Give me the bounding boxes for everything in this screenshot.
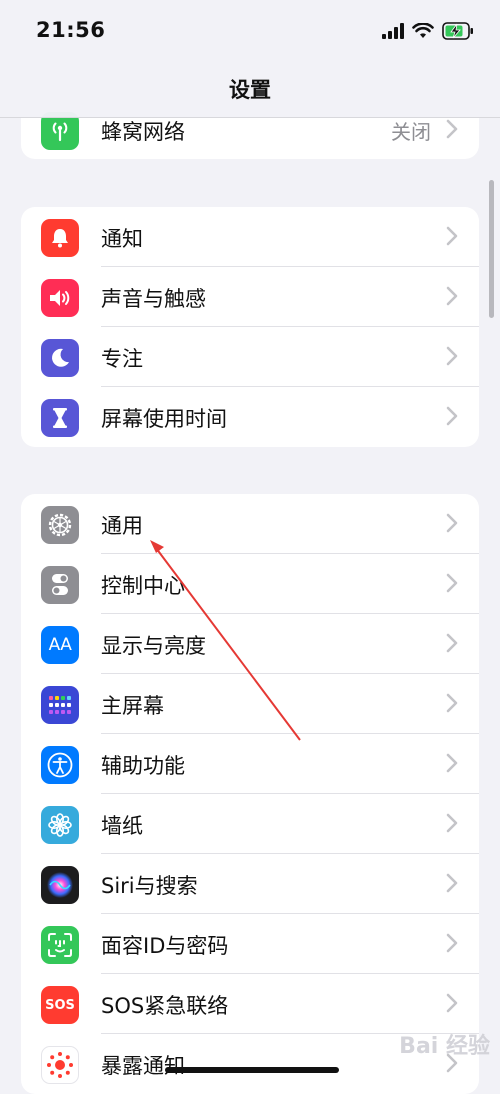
status-bar: 21:56 <box>0 0 500 60</box>
settings-row-label: 声音与触感 <box>101 287 206 311</box>
chevron-right-icon <box>446 346 458 366</box>
page-title: 设置 <box>229 78 271 102</box>
chevron-right-icon <box>446 813 458 833</box>
settings-row-label: 蜂窝网络 <box>101 120 185 144</box>
settings-row-accessibility[interactable]: 辅助功能 <box>21 734 479 794</box>
chevron-right-icon <box>446 119 458 139</box>
settings-row-label: 面容ID与密码 <box>101 934 229 958</box>
settings-row-label: Siri与搜索 <box>101 874 198 898</box>
settings-row-sounds[interactable]: 声音与触感 <box>21 267 479 327</box>
settings-row-label: 通用 <box>101 514 143 538</box>
settings-group-notifications: 通知 声音与触感 专注 屏幕使用时间 <box>21 207 479 447</box>
settings-row-emergency-sos[interactable]: SOS SOS紧急联络 <box>21 974 479 1034</box>
settings-row-label: 显示与亮度 <box>101 634 206 658</box>
hourglass-icon <box>41 399 79 437</box>
status-icons <box>382 20 474 42</box>
chevron-right-icon <box>446 753 458 773</box>
flower-icon <box>41 806 79 844</box>
settings-row-display[interactable]: AA 显示与亮度 <box>21 614 479 674</box>
sos-icon: SOS <box>41 986 79 1024</box>
status-time: 21:56 <box>36 18 106 42</box>
settings-row-notifications[interactable]: 通知 <box>21 207 479 267</box>
chevron-right-icon <box>446 513 458 533</box>
app-grid-icon <box>41 686 79 724</box>
moon-icon <box>41 339 79 377</box>
settings-row-control-center[interactable]: 控制中心 <box>21 554 479 614</box>
settings-row-label: 主屏幕 <box>101 694 164 718</box>
settings-row-label: 辅助功能 <box>101 754 185 778</box>
settings-row-focus[interactable]: 专注 <box>21 327 479 387</box>
watermark-logo: Bai 经验 <box>399 1034 490 1059</box>
chevron-right-icon <box>446 633 458 653</box>
cellular-status-value: 关闭 <box>391 120 431 144</box>
battery-charging-icon <box>442 22 474 40</box>
settings-row-general[interactable]: 通用 <box>21 494 479 554</box>
settings-row-label: SOS紧急联络 <box>101 994 229 1018</box>
settings-row-siri[interactable]: Siri与搜索 <box>21 854 479 914</box>
siri-icon <box>41 866 79 904</box>
face-id-icon <box>41 926 79 964</box>
scroll-indicator[interactable] <box>489 180 494 318</box>
settings-group-general: 通用 控制中心 AA 显示与亮度 主屏幕 辅助功能 墙纸 Siri与搜索 面容I… <box>21 494 479 1094</box>
chevron-right-icon <box>446 573 458 593</box>
accessibility-icon <box>41 746 79 784</box>
bell-icon <box>41 219 79 257</box>
settings-row-label: 专注 <box>101 347 143 371</box>
settings-row-label: 通知 <box>101 227 143 251</box>
speaker-icon <box>41 279 79 317</box>
chevron-right-icon <box>446 693 458 713</box>
text-size-glyph: AA <box>48 635 72 655</box>
sos-glyph: SOS <box>45 997 75 1013</box>
chevron-right-icon <box>446 286 458 306</box>
chevron-right-icon <box>446 226 458 246</box>
settings-row-home-screen[interactable]: 主屏幕 <box>21 674 479 734</box>
toggles-icon <box>41 566 79 604</box>
chevron-right-icon <box>446 873 458 893</box>
gear-icon <box>41 506 79 544</box>
settings-row-label: 暴露通知 <box>101 1054 185 1078</box>
chevron-right-icon <box>446 406 458 426</box>
settings-row-label: 墙纸 <box>101 814 143 838</box>
settings-row-face-id[interactable]: 面容ID与密码 <box>21 914 479 974</box>
home-indicator[interactable] <box>165 1067 339 1073</box>
chevron-right-icon <box>446 993 458 1013</box>
text-size-icon: AA <box>41 626 79 664</box>
settings-row-label: 屏幕使用时间 <box>101 407 227 431</box>
settings-row-label: 控制中心 <box>101 574 185 598</box>
signal-icon <box>382 23 404 39</box>
exposure-icon <box>41 1046 79 1084</box>
navigation-bar: 设置 <box>0 60 500 118</box>
settings-row-screen-time[interactable]: 屏幕使用时间 <box>21 387 479 447</box>
chevron-right-icon <box>446 933 458 953</box>
settings-row-wallpaper[interactable]: 墙纸 <box>21 794 479 854</box>
wifi-icon <box>412 23 434 39</box>
